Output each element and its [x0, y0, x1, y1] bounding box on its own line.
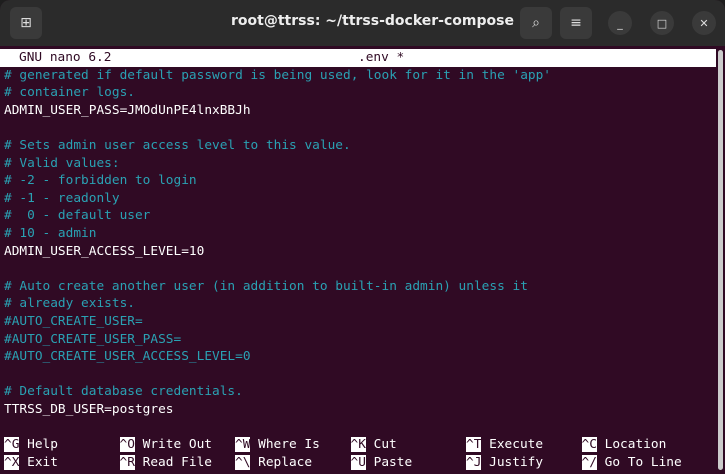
nano-version: GNU nano 6.2	[19, 50, 112, 65]
shortcut-label: Justify	[489, 454, 544, 470]
shortcut-label: Location	[604, 437, 667, 453]
shortcut-bar: ^G Help ^O Write Out ^W Where Is ^K Cut ^T E…	[0, 436, 716, 471]
shortcut-where-is[interactable]: ^W Where Is	[235, 436, 351, 454]
close-button[interactable]: ✕	[692, 11, 716, 35]
shortcut-label: Exit	[27, 454, 58, 470]
shortcut-key: ^T	[466, 437, 482, 453]
shortcut-help[interactable]: ^G Help	[4, 436, 120, 454]
shortcut-label: Help	[27, 437, 58, 453]
maximize-icon: □	[656, 16, 668, 30]
shortcut-justify[interactable]: ^J Justify	[466, 454, 582, 472]
editor-line: # -2 - forbidden to login	[4, 173, 197, 189]
editor-line: # Sets admin user access level to this v…	[4, 137, 351, 153]
shortcut-row: ^X Exit ^R Read File ^\ Replace ^U Paste ^J …	[0, 454, 716, 472]
shortcut-key: ^R	[119, 454, 135, 470]
editor-line: # Default database credentials.	[4, 384, 243, 400]
editor-line: #AUTO_CREATE_USER=	[4, 313, 143, 329]
shortcut-key: ^X	[4, 454, 20, 470]
editor-line: # Auto create another user (in addition …	[4, 278, 528, 294]
shortcut-go-to-line[interactable]: ^/ Go To Line	[581, 454, 698, 472]
shortcut-key: ^O	[119, 437, 135, 453]
shortcut-label: Where Is	[258, 437, 320, 453]
search-button[interactable]: ⌕	[520, 7, 552, 39]
editor-line: # -1 - readonly	[4, 190, 120, 206]
shortcut-label: Cut	[373, 437, 397, 453]
shortcut-replace[interactable]: ^\ Replace	[235, 454, 351, 472]
shortcut-cut[interactable]: ^K Cut	[350, 436, 467, 454]
shortcut-row: ^G Help ^O Write Out ^W Where Is ^K Cut ^T E…	[0, 436, 716, 454]
editor-line: #AUTO_CREATE_USER_PASS=	[4, 331, 182, 347]
maximize-button[interactable]: □	[650, 11, 674, 35]
editor-line: ADMIN_USER_PASS=JMOdUnPE4lnxBBJh	[4, 102, 251, 118]
shortcut-label: Paste	[373, 454, 413, 470]
editor-line: # 10 - admin	[4, 225, 97, 241]
scrollbar[interactable]	[718, 50, 723, 470]
shortcut-key: ^J	[466, 454, 482, 470]
editor-line: # Valid values:	[4, 155, 120, 171]
editor-line: #AUTO_CREATE_USER_ACCESS_LEVEL=0	[4, 349, 251, 365]
editor-line: # 0 - default user	[4, 208, 151, 224]
editor-line: # container logs.	[4, 85, 135, 101]
shortcut-key: ^C	[581, 437, 597, 453]
menu-button[interactable]: ≡	[560, 7, 592, 39]
shortcut-label: Replace	[258, 454, 313, 470]
shortcut-label: Write Out	[142, 437, 212, 453]
shortcut-key: ^K	[350, 437, 366, 453]
shortcut-key: ^\	[235, 454, 251, 470]
editor-line: # already exists.	[4, 296, 135, 312]
hamburger-icon: ≡	[570, 15, 582, 31]
minimize-button[interactable]: _	[608, 11, 632, 35]
terminal-content[interactable]: GNU nano 6.2 .env * # generated if defaul…	[0, 49, 716, 471]
editor-line: TTRSS_DB_USER=postgres	[4, 401, 174, 417]
status-line	[0, 418, 716, 436]
shortcut-execute[interactable]: ^T Execute	[466, 436, 582, 454]
nano-header: GNU nano 6.2 .env *	[0, 49, 716, 67]
shortcut-key: ^G	[4, 437, 20, 453]
shortcut-read-file[interactable]: ^R Read File	[119, 454, 236, 472]
minimize-icon: _	[617, 16, 623, 30]
editor-buffer[interactable]: # generated if default password is being…	[0, 67, 716, 419]
editor-line: ADMIN_USER_ACCESS_LEVEL=10	[4, 243, 205, 259]
search-icon: ⌕	[532, 15, 540, 31]
shortcut-write-out[interactable]: ^O Write Out	[119, 436, 236, 454]
shortcut-key: ^U	[350, 454, 366, 470]
title-bar: ⊞ root@ttrss: ~/ttrss-docker-compose ⌕ ≡…	[0, 0, 725, 46]
shortcut-label: Execute	[489, 437, 544, 453]
shortcut-location[interactable]: ^C Location	[581, 436, 698, 454]
editor-line: # generated if default password is being…	[4, 67, 552, 83]
close-icon: ✕	[699, 16, 709, 30]
terminal-window: ⊞ root@ttrss: ~/ttrss-docker-compose ⌕ ≡…	[0, 0, 725, 474]
shortcut-key: ^/	[581, 454, 597, 470]
shortcut-label: Go To Line	[604, 454, 682, 470]
shortcut-exit[interactable]: ^X Exit	[4, 454, 120, 472]
shortcut-paste[interactable]: ^U Paste	[350, 454, 467, 472]
shortcut-key: ^W	[235, 437, 251, 453]
shortcut-label: Read File	[142, 454, 212, 470]
nano-filename: .env *	[358, 50, 405, 65]
